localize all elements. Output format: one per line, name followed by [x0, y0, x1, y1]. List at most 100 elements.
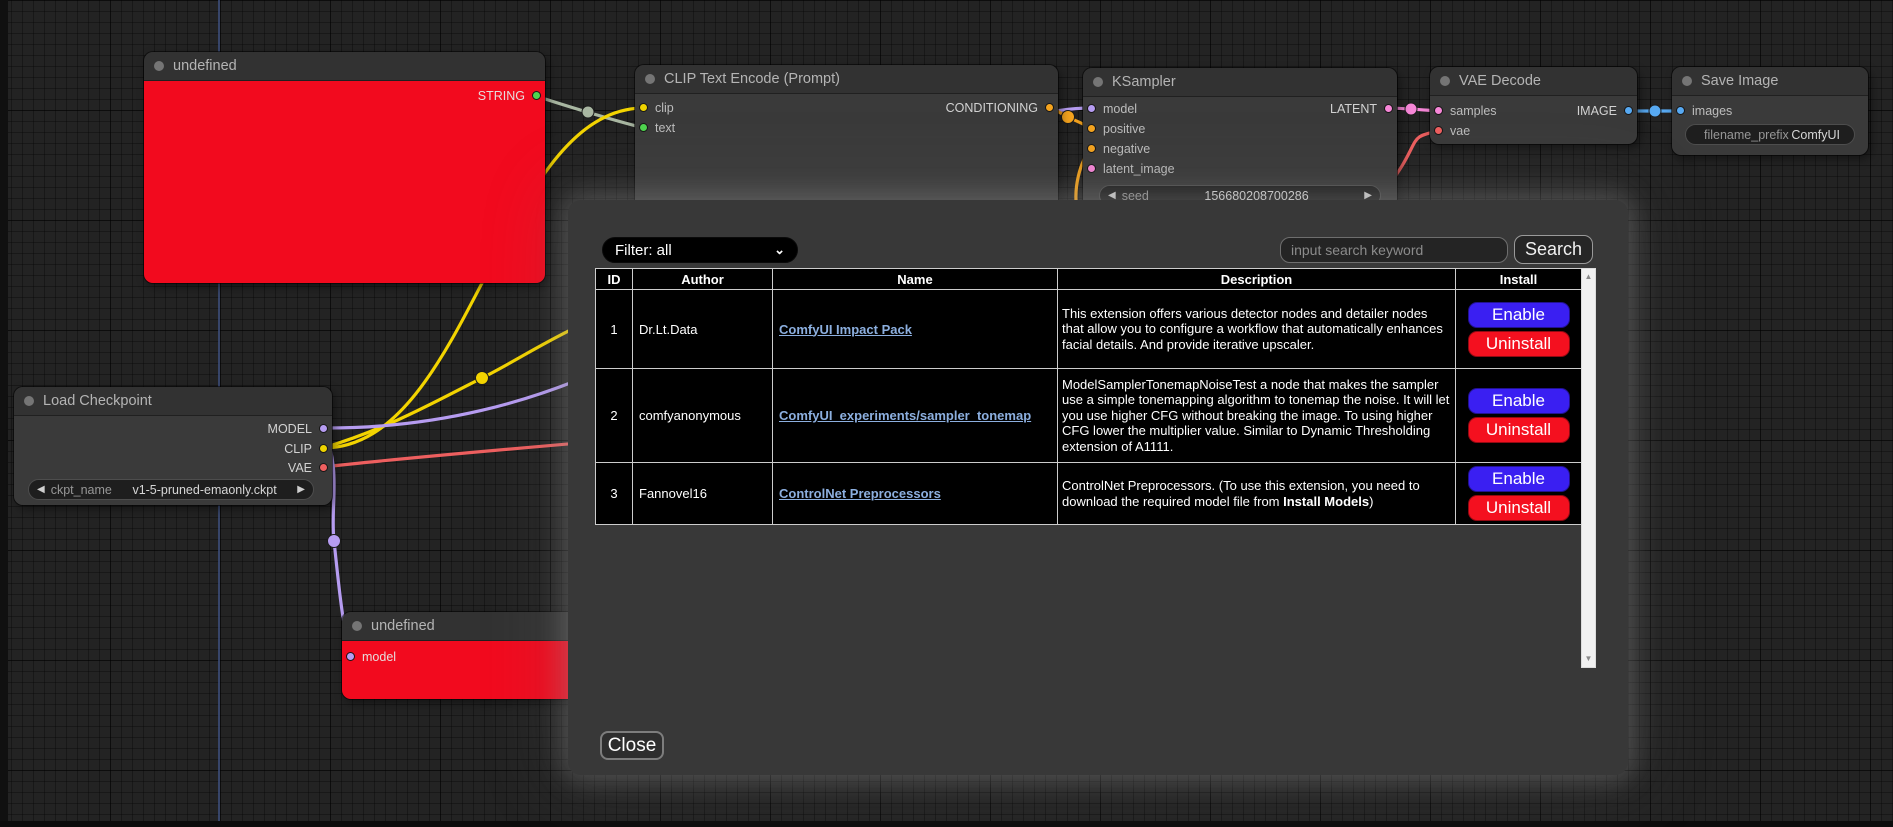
search-button[interactable]: Search — [1514, 235, 1593, 264]
node-title-bar[interactable]: undefined — [342, 612, 602, 641]
uninstall-button[interactable]: Uninstall — [1468, 495, 1570, 521]
collapse-dot-icon[interactable] — [24, 396, 34, 406]
widget-label: ckpt_name — [51, 483, 112, 497]
extension-link[interactable]: ComfyUI Impact Pack — [779, 322, 912, 337]
reroute-dot-gray[interactable] — [582, 106, 594, 118]
node-undefined-bottom[interactable]: undefined model — [342, 612, 602, 699]
input-text[interactable]: text — [639, 119, 675, 136]
node-title-bar[interactable]: VAE Decode — [1430, 67, 1637, 96]
port-dot-clip[interactable] — [639, 103, 648, 112]
collapse-dot-icon[interactable] — [1682, 76, 1692, 86]
scroll-up-icon[interactable]: ▲ — [1582, 273, 1595, 281]
node-canvas[interactable]: undefined STRING CLIP Text Encode (Promp… — [0, 0, 1893, 827]
output-conditioning[interactable]: CONDITIONING — [946, 99, 1054, 116]
node-title-bar[interactable]: CLIP Text Encode (Prompt) — [635, 65, 1058, 94]
reroute-dot-pink[interactable] — [1405, 103, 1417, 115]
node-load-checkpoint[interactable]: Load Checkpoint MODEL CLIP VAE ◀ ckpt_na… — [14, 387, 332, 505]
port-dot-negative[interactable] — [1087, 144, 1096, 153]
reroute-dot-purple[interactable] — [328, 535, 341, 548]
port-label: negative — [1103, 142, 1150, 156]
node-title: CLIP Text Encode (Prompt) — [664, 71, 840, 87]
filename-prefix-widget[interactable]: filename_prefix ComfyUI — [1685, 124, 1855, 145]
input-model[interactable]: model — [1087, 100, 1137, 117]
output-image[interactable]: IMAGE — [1577, 102, 1633, 119]
input-latent-image[interactable]: latent_image — [1087, 160, 1175, 177]
decrement-arrow-icon[interactable]: ◀ — [1108, 191, 1116, 201]
manager-dialog: Filter: all ⌄ Search ID Author Name Desc… — [568, 200, 1628, 775]
port-dot-image[interactable] — [1624, 106, 1633, 115]
output-latent[interactable]: LATENT — [1330, 100, 1393, 117]
port-dot-positive[interactable] — [1087, 124, 1096, 133]
scroll-down-icon[interactable]: ▼ — [1582, 655, 1595, 663]
node-title-bar[interactable]: Save Image — [1672, 67, 1868, 96]
port-label: CLIP — [284, 442, 312, 456]
enable-button[interactable]: Enable — [1468, 388, 1570, 414]
port-dot-model-out[interactable] — [319, 424, 328, 433]
input-clip[interactable]: clip — [639, 99, 674, 116]
output-model[interactable]: MODEL — [268, 420, 328, 437]
port-dot-string[interactable] — [532, 91, 541, 100]
input-vae[interactable]: vae — [1434, 122, 1470, 139]
cell-id: 1 — [596, 290, 633, 369]
enable-button[interactable]: Enable — [1468, 466, 1570, 492]
collapse-dot-icon[interactable] — [352, 621, 362, 631]
node-title-bar[interactable]: KSampler — [1083, 68, 1397, 97]
table-row: 3 Fannovel16 ControlNet Preprocessors Co… — [596, 463, 1582, 525]
input-positive[interactable]: positive — [1087, 120, 1145, 137]
collapse-dot-icon[interactable] — [154, 61, 164, 71]
port-dot-model[interactable] — [346, 652, 355, 661]
port-dot-model[interactable] — [1087, 104, 1096, 113]
reroute-dot-yellow[interactable] — [476, 372, 489, 385]
search-input[interactable] — [1280, 237, 1508, 263]
port-dot-latent[interactable] — [1384, 104, 1393, 113]
uninstall-button[interactable]: Uninstall — [1468, 417, 1570, 443]
header-install: Install — [1456, 269, 1582, 290]
port-dot-conditioning[interactable] — [1045, 103, 1054, 112]
output-vae[interactable]: VAE — [288, 459, 328, 476]
input-negative[interactable]: negative — [1087, 140, 1150, 157]
collapse-dot-icon[interactable] — [645, 74, 655, 84]
port-label: clip — [655, 101, 674, 115]
node-save-image[interactable]: Save Image images filename_prefix ComfyU… — [1672, 67, 1868, 155]
decrement-arrow-icon[interactable]: ◀ — [37, 485, 45, 495]
header-name: Name — [773, 269, 1058, 290]
port-dot-images[interactable] — [1676, 106, 1685, 115]
cell-id: 3 — [596, 463, 633, 525]
table-row: 2 comfyanonymous ComfyUI_experiments/sam… — [596, 369, 1582, 463]
port-dot-vae[interactable] — [1434, 126, 1443, 135]
port-dot-clip-out[interactable] — [319, 444, 328, 453]
port-dot-latent-image[interactable] — [1087, 164, 1096, 173]
input-images[interactable]: images — [1676, 102, 1732, 119]
output-string[interactable]: STRING — [478, 87, 541, 104]
enable-button[interactable]: Enable — [1468, 302, 1570, 328]
ckpt-name-widget[interactable]: ◀ ckpt_name v1-5-pruned-emaonly.ckpt ▶ — [28, 479, 314, 500]
node-title-bar[interactable]: Load Checkpoint — [14, 387, 332, 416]
increment-arrow-icon[interactable]: ▶ — [297, 485, 305, 495]
uninstall-button[interactable]: Uninstall — [1468, 331, 1570, 357]
input-model[interactable]: model — [346, 648, 396, 665]
node-ksampler[interactable]: KSampler model positive negative latent_… — [1083, 68, 1397, 208]
close-button[interactable]: Close — [600, 731, 664, 760]
port-dot-samples[interactable] — [1434, 106, 1443, 115]
extension-link[interactable]: ControlNet Preprocessors — [779, 486, 941, 501]
output-clip[interactable]: CLIP — [284, 440, 328, 457]
port-dot-vae-out[interactable] — [319, 463, 328, 472]
node-undefined-top[interactable]: undefined STRING — [144, 52, 545, 283]
node-vae-decode[interactable]: VAE Decode samples vae IMAGE — [1430, 67, 1637, 144]
port-label: text — [655, 121, 675, 135]
extension-table: ID Author Name Description Install 1 Dr.… — [595, 268, 1581, 525]
node-title: Load Checkpoint — [43, 393, 152, 409]
node-title-bar[interactable]: undefined — [144, 52, 545, 81]
port-dot-text[interactable] — [639, 123, 648, 132]
filter-dropdown[interactable]: Filter: all ⌄ — [602, 237, 798, 263]
collapse-dot-icon[interactable] — [1440, 76, 1450, 86]
collapse-dot-icon[interactable] — [1093, 77, 1103, 87]
table-scrollbar[interactable]: ▲ ▼ — [1581, 268, 1596, 668]
increment-arrow-icon[interactable]: ▶ — [1364, 191, 1372, 201]
reroute-dot-blue[interactable] — [1649, 105, 1661, 117]
reroute-dot-orange[interactable] — [1062, 111, 1075, 124]
cell-description: ControlNet Preprocessors. (To use this e… — [1058, 463, 1456, 525]
extension-link[interactable]: ComfyUI_experiments/sampler_tonemap — [779, 408, 1031, 423]
input-samples[interactable]: samples — [1434, 102, 1497, 119]
node-clip-text-encode[interactable]: CLIP Text Encode (Prompt) clip text COND… — [635, 65, 1058, 210]
